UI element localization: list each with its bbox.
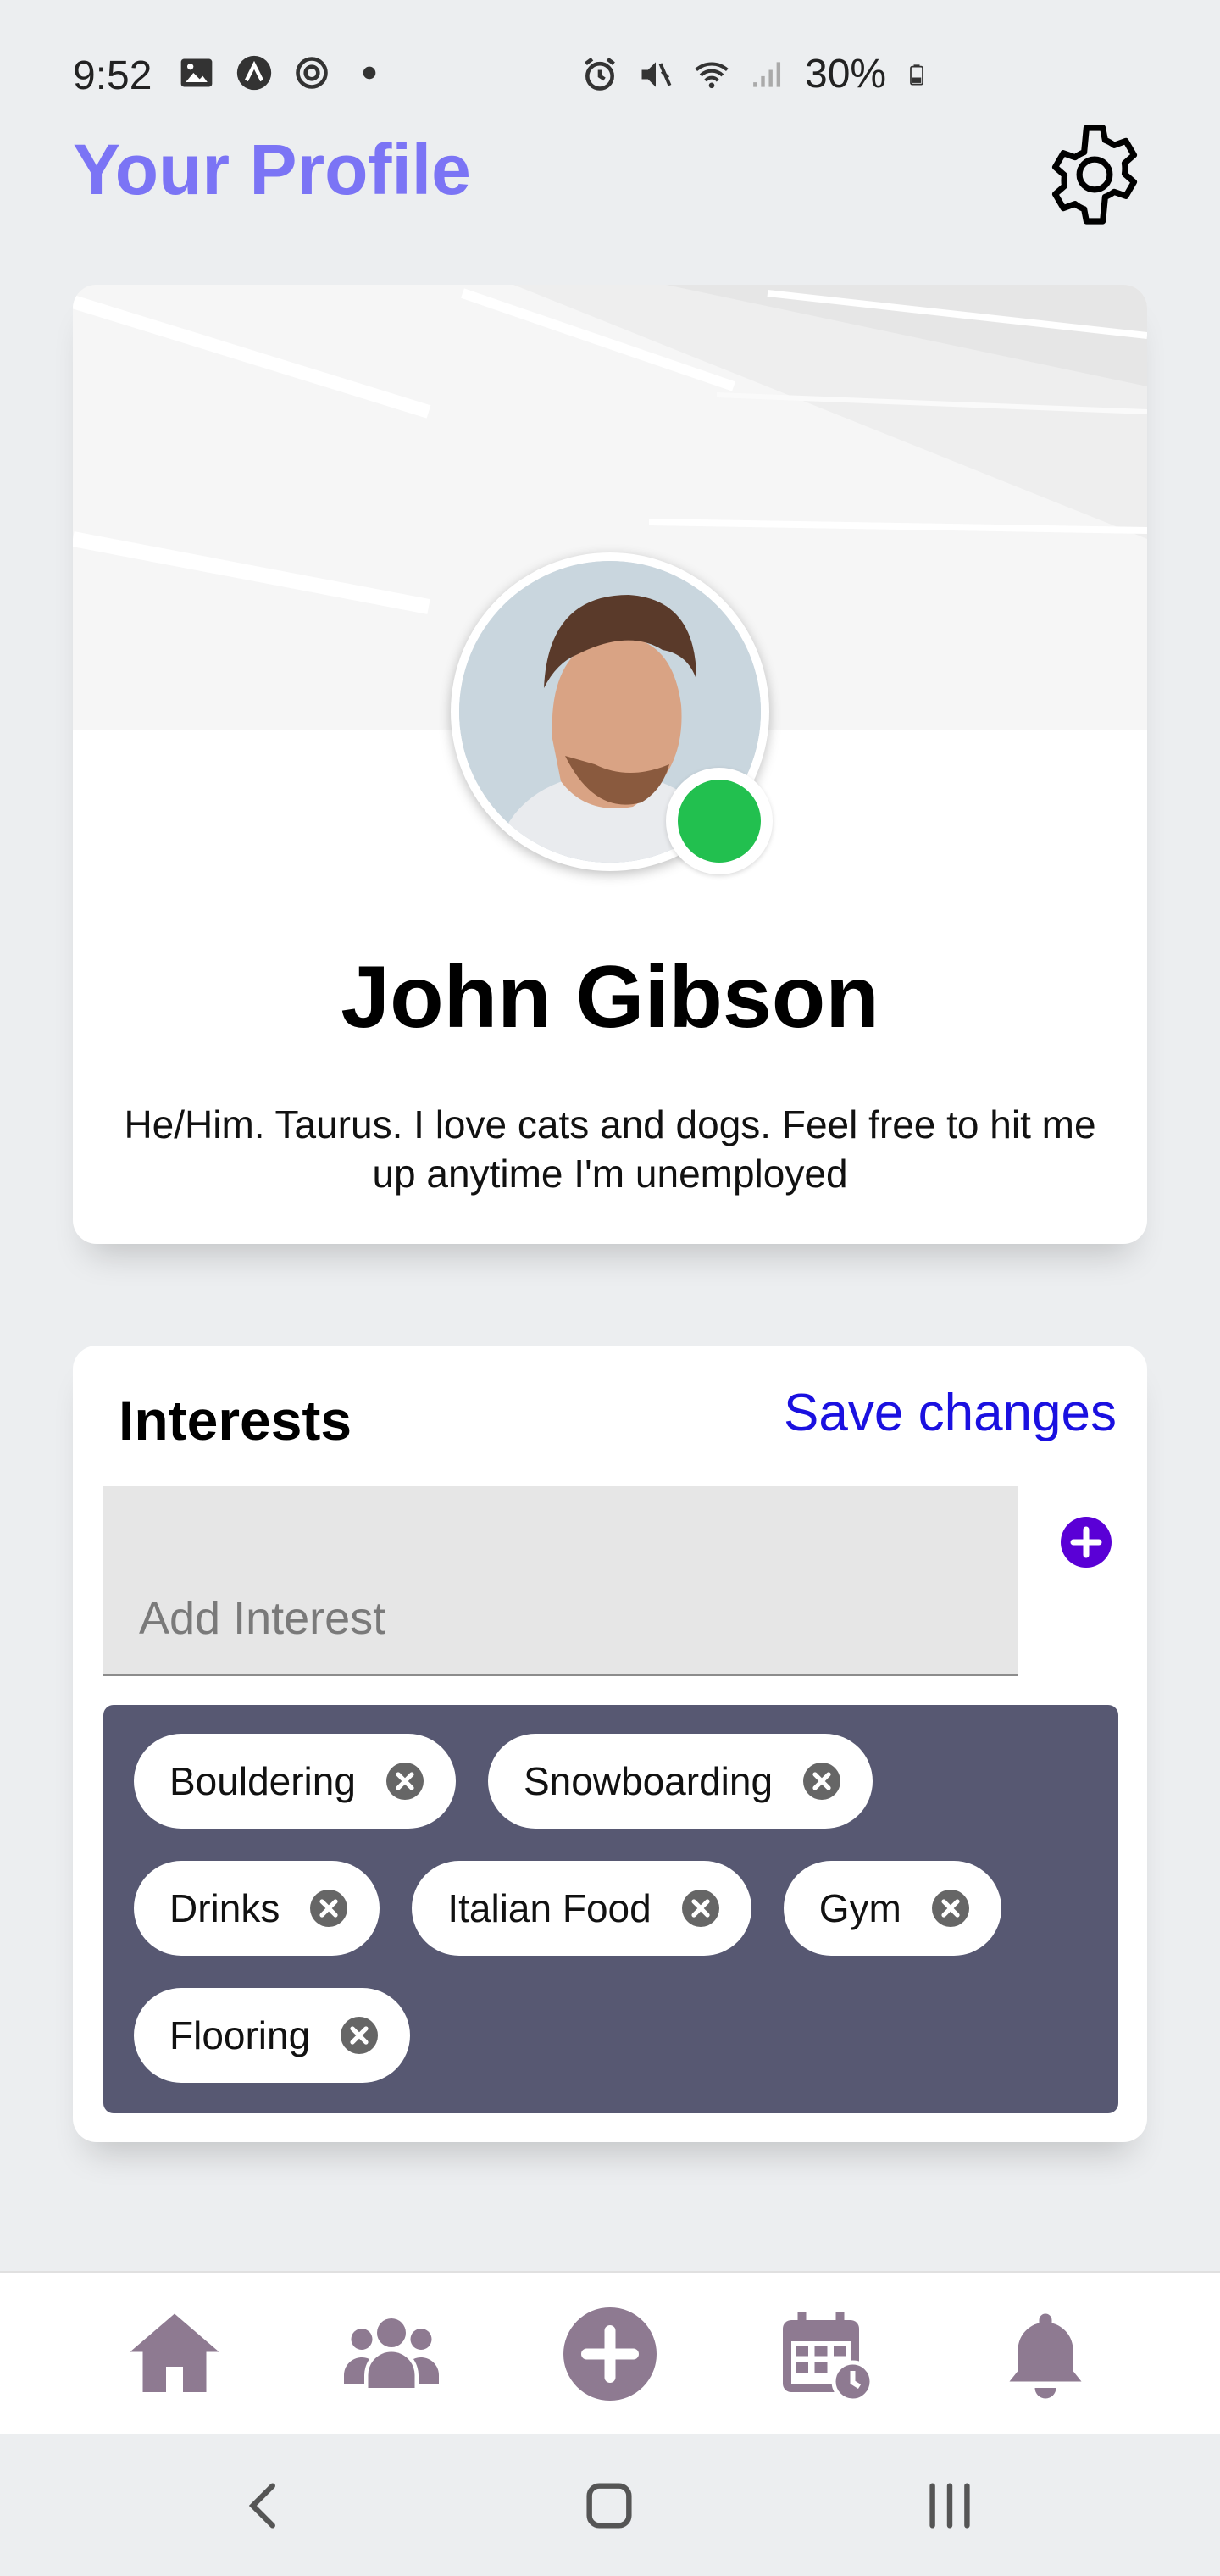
interest-tag[interactable]: Italian Food [412,1861,751,1956]
users-icon[interactable] [341,2303,442,2405]
interest-tag-label: Drinks [169,1886,280,1930]
plus-circle-icon[interactable] [1061,1517,1112,1568]
interest-tag-label: Gym [818,1886,901,1930]
interest-tag-label: Flooring [169,2013,311,2057]
dot-icon [363,66,376,80]
profile-card: John Gibson He/Him. Taurus. I love cats … [73,285,1147,1244]
interests-title: Interests [119,1389,352,1452]
sync-icon [296,57,328,89]
bottom-nav [0,2271,1220,2434]
save-changes-button[interactable]: Save changes [784,1383,1117,1443]
recents-icon[interactable] [920,2476,979,2535]
close-icon[interactable] [680,1888,721,1929]
battery-percent: 30% [805,52,887,97]
interest-tag-label: Snowboarding [523,1759,774,1803]
close-icon[interactable] [385,1761,425,1802]
signal-icon [753,61,781,87]
interest-tag[interactable]: Drinks [134,1861,380,1956]
app-icon [236,55,272,91]
add-interest-input[interactable] [103,1486,1018,1676]
page-title: Your Profile [73,130,471,209]
battery-icon [910,64,923,86]
mute-icon [641,61,672,87]
wifi-icon [695,61,729,88]
interest-tag-label: Bouldering [169,1759,356,1803]
alarm-icon [585,57,615,91]
back-icon[interactable] [236,2476,295,2535]
interests-card: Interests Save changes Bouldering Snowbo… [73,1346,1147,2142]
status-bar: 9:52 30% [0,0,1220,149]
plus-circle-icon[interactable] [559,2303,661,2405]
bell-icon[interactable] [995,2303,1096,2405]
interest-tag-label: Italian Food [447,1886,652,1930]
profile-name: John Gibson [341,948,879,1046]
close-icon[interactable] [308,1888,349,1929]
interest-tag[interactable]: Gym [783,1861,1001,1956]
status-time: 9:52 [73,53,152,98]
close-icon[interactable] [339,2015,380,2056]
home-icon[interactable] [124,2303,225,2405]
home-square-icon[interactable] [580,2476,639,2535]
system-nav-bar [0,2434,1220,2576]
gear-icon[interactable] [1039,119,1151,230]
interest-tag[interactable]: Snowboarding [487,1734,873,1829]
profile-bio: He/Him. Taurus. I love cats and dogs. Fe… [124,1102,1096,1196]
close-icon[interactable] [801,1761,842,1802]
interest-tags-panel: Bouldering Snowboarding Drinks Italian F… [103,1705,1118,2113]
close-icon[interactable] [930,1888,971,1929]
interest-tag[interactable]: Bouldering [134,1734,456,1829]
online-status-dot [666,768,773,874]
image-icon [180,58,213,87]
calendar-icon[interactable] [774,2303,876,2405]
interest-tag[interactable]: Flooring [134,1988,411,2083]
